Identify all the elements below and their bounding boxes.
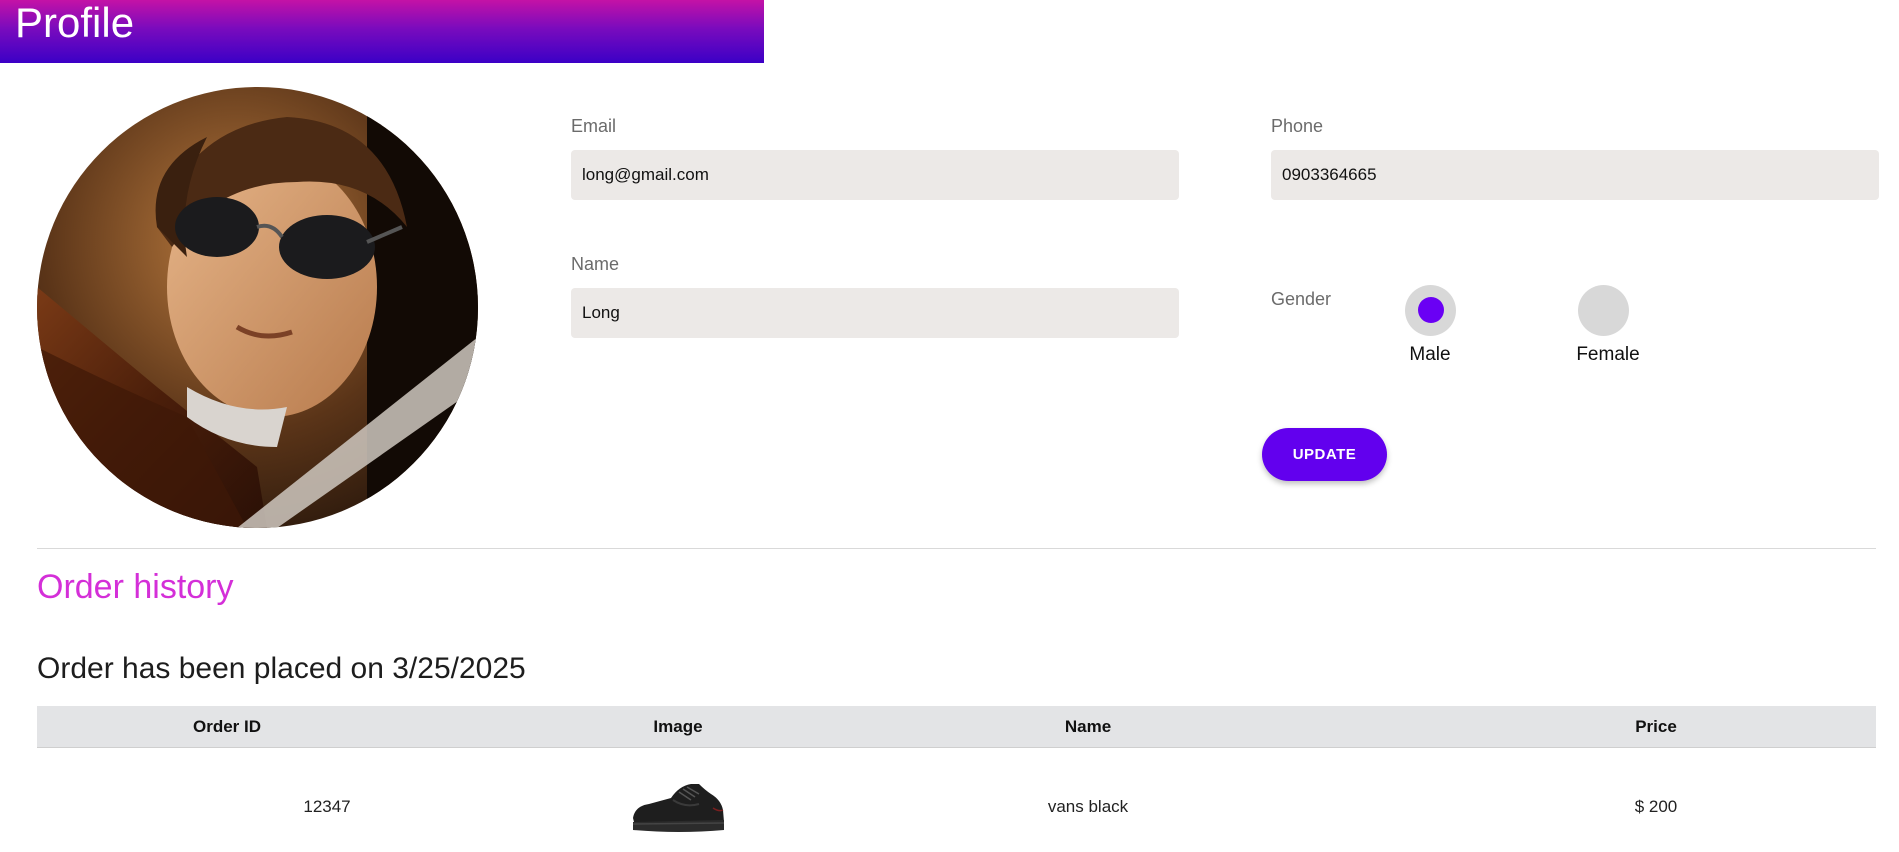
product-name-cell: vans black <box>1047 797 1129 816</box>
order-placed-heading: Order has been placed on 3/25/2025 <box>37 652 526 685</box>
profile-banner: Profile <box>0 0 764 63</box>
section-divider <box>37 548 1876 549</box>
order-id-cell: 12347 <box>303 797 351 816</box>
update-button[interactable]: UPDATE <box>1262 428 1387 481</box>
orders-table-header: Order ID Image Name Price <box>37 706 1876 748</box>
gender-female-label: Female <box>1576 344 1640 365</box>
price-cell: $ 200 <box>1634 797 1678 816</box>
column-name: Name <box>1064 717 1112 736</box>
gender-radio-female[interactable] <box>1578 285 1629 336</box>
email-field[interactable]: long@gmail.com <box>571 150 1179 200</box>
gender-label: Gender <box>1271 289 1332 309</box>
phone-field[interactable]: 0903364665 <box>1271 150 1879 200</box>
avatar <box>37 87 478 528</box>
column-price: Price <box>1635 717 1677 736</box>
black-sneaker-image <box>629 778 725 834</box>
radio-selected-dot <box>1418 297 1444 323</box>
email-label: Email <box>571 116 617 136</box>
column-image: Image <box>653 717 703 736</box>
phone-label: Phone <box>1271 116 1324 136</box>
name-field[interactable]: Long <box>571 288 1179 338</box>
avatar-photo <box>37 87 478 528</box>
gender-radio-male[interactable] <box>1405 285 1456 336</box>
order-history-title: Order history <box>37 568 234 606</box>
name-label: Name <box>571 254 620 274</box>
gender-male-label: Male <box>1409 344 1451 365</box>
column-order-id: Order ID <box>192 717 262 736</box>
page-title: Profile <box>15 0 135 46</box>
